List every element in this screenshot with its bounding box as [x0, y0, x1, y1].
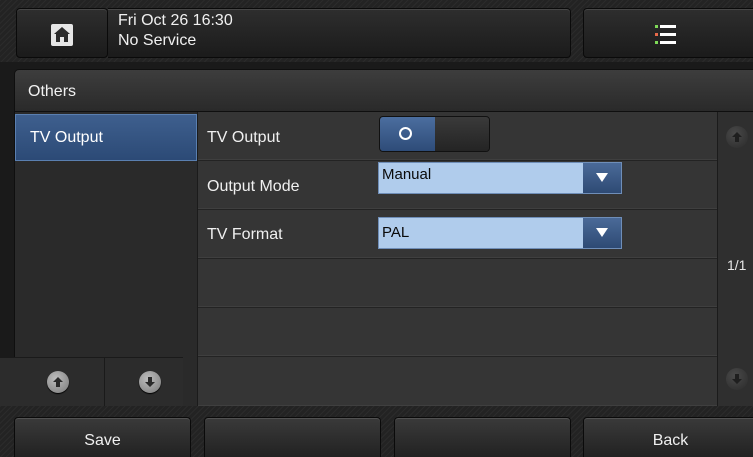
page-indicator: 1/1 [727, 257, 747, 273]
output-mode-dropdown[interactable]: Manual [378, 162, 622, 194]
empty-row [198, 357, 718, 406]
arrow-down-icon [732, 374, 742, 384]
menu-button[interactable] [583, 8, 753, 58]
dropdown-arrow-icon [583, 163, 621, 193]
section-title-bar: Others [14, 69, 753, 112]
setting-row-tv-format: TV Format PAL [198, 210, 718, 259]
setting-label: TV Format [207, 226, 283, 243]
dropdown-arrow-icon [583, 218, 621, 248]
menu-scroll-up-button[interactable] [14, 358, 105, 407]
top-status-bar: Fri Oct 26 16:30 No Service [0, 0, 753, 62]
left-menu-nav [0, 357, 183, 407]
status-area: Fri Oct 26 16:30 No Service [108, 8, 571, 58]
softkey-label: Save [84, 432, 121, 449]
arrow-up-icon [732, 132, 742, 142]
empty-row [198, 308, 718, 357]
softkey-3-button[interactable] [394, 417, 571, 457]
setting-row-tv-output: TV Output [198, 112, 718, 161]
left-menu-item-tv-output[interactable]: TV Output [15, 114, 197, 161]
back-button[interactable]: Back [583, 417, 753, 457]
home-button[interactable] [16, 8, 108, 58]
service-status-text: No Service [118, 32, 197, 49]
section-title: Others [28, 83, 77, 100]
arrow-down-icon [139, 371, 161, 393]
softkey-2-button[interactable] [204, 417, 381, 457]
toggle-off-segment [435, 117, 489, 151]
setting-label: TV Output [207, 129, 280, 146]
arrow-up-icon [47, 371, 69, 393]
settings-list: TV Output Output Mode Manual TV Format P… [197, 112, 718, 406]
dropdown-value: PAL [382, 224, 410, 241]
softkey-label: Back [652, 432, 689, 449]
empty-row [198, 259, 718, 308]
page-down-button[interactable] [726, 368, 748, 390]
menu-list-icon [655, 22, 677, 51]
toggle-ring-icon [399, 127, 412, 140]
page-scroller: 1/1 [717, 112, 753, 406]
setting-label: Output Mode [207, 178, 300, 195]
softkey-bar: Save Back [0, 406, 753, 457]
page-up-button[interactable] [726, 126, 748, 148]
toggle-on-segment [380, 117, 435, 151]
tv-output-toggle[interactable] [379, 116, 490, 152]
dropdown-value: Manual [382, 166, 432, 183]
home-icon [50, 23, 74, 52]
setting-row-output-mode: Output Mode Manual [198, 161, 718, 210]
menu-scroll-down-button[interactable] [106, 358, 197, 407]
save-button[interactable]: Save [14, 417, 191, 457]
date-time-text: Fri Oct 26 16:30 [118, 12, 233, 29]
left-menu-item-label: TV Output [30, 129, 103, 146]
tv-format-dropdown[interactable]: PAL [378, 217, 622, 249]
